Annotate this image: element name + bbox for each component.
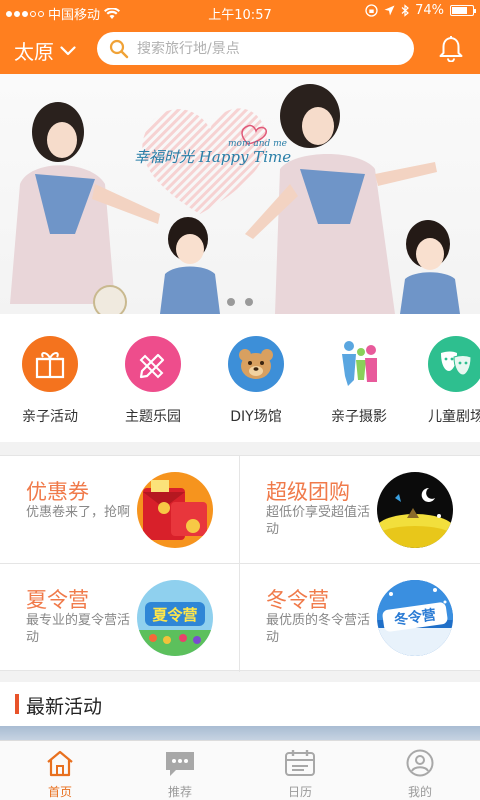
category-theme-park[interactable]: 主题乐园 — [103, 336, 203, 426]
chat-bubble-icon — [166, 752, 194, 776]
city-selector[interactable]: 太原 — [14, 36, 76, 65]
category-label: DIY场馆 — [230, 409, 282, 425]
winter-camp-image: 冬令营 — [377, 580, 453, 656]
rotation-lock-icon — [365, 4, 378, 17]
family-icon — [331, 336, 387, 392]
category-label: 亲子摄影 — [331, 409, 387, 425]
pager-dot[interactable] — [245, 298, 253, 306]
promo-group-buy[interactable]: 超级团购 超低价享受超值活动 — [240, 456, 479, 563]
chevron-down-icon — [60, 45, 76, 55]
promo-subtitle: 最优质的冬令营活动 — [266, 613, 371, 645]
promo-grid: 优惠券 优惠卷来了，抢啊 超级团购 超低价享受超值活动 夏令营 最专业的夏令营活… — [0, 455, 480, 672]
pencil-ruler-icon — [125, 336, 181, 392]
category-row: 亲子活动 主题乐园 DIY场馆 亲子摄影 儿童剧场 — [0, 314, 480, 442]
promo-title: 超级团购 — [266, 480, 350, 504]
promo-summer-camp[interactable]: 夏令营 最专业的夏令营活动 夏令营 — [0, 564, 239, 671]
promo-title: 冬令营 — [266, 588, 329, 612]
status-right: 74% — [365, 3, 476, 18]
bottom-tab-bar: 首页 推荐 日历 我的 — [0, 740, 480, 800]
banner-image: 幸福时光 Happy Time mom and me — [10, 84, 460, 314]
banner-slide-text: 幸福时光 Happy Time — [134, 148, 291, 166]
user-icon — [406, 749, 434, 777]
tab-label: 推荐 — [167, 785, 192, 799]
promo-subtitle: 超低价享受超值活动 — [266, 505, 371, 537]
status-bar: 中国移动 上午10:57 74% — [0, 0, 480, 24]
tab-label: 我的 — [407, 785, 432, 799]
search-input[interactable] — [137, 40, 387, 57]
pager-dot[interactable] — [227, 298, 235, 306]
top-header: 太原 — [0, 24, 480, 74]
promo-title: 夏令营 — [26, 588, 89, 612]
promo-subtitle: 优惠卷来了，抢啊 — [26, 505, 131, 520]
search-bar[interactable] — [97, 32, 414, 65]
banner-slide-subtext: mom and me — [228, 139, 287, 149]
bell-icon[interactable] — [438, 34, 464, 62]
category-children-theater[interactable]: 儿童剧场 — [406, 336, 480, 426]
home-icon — [47, 750, 73, 777]
battery-percent: 74% — [415, 3, 444, 18]
promo-coupon[interactable]: 优惠券 优惠卷来了，抢啊 — [0, 456, 239, 563]
activity-card-preview[interactable] — [0, 726, 480, 740]
section-accent-bar — [15, 694, 19, 714]
category-label: 主题乐园 — [125, 409, 181, 425]
promo-winter-camp[interactable]: 冬令营 最优质的冬令营活动 冬令营 — [240, 564, 479, 671]
category-label: 儿童剧场 — [428, 409, 480, 425]
search-icon — [109, 39, 129, 58]
category-label: 亲子活动 — [22, 409, 78, 425]
theater-masks-icon — [428, 336, 480, 392]
latest-activities-section: 最新活动 — [0, 682, 480, 728]
location-arrow-icon — [384, 5, 395, 16]
tab-calendar[interactable]: 日历 — [240, 749, 360, 800]
bluetooth-icon — [401, 4, 410, 17]
tab-label: 首页 — [47, 785, 72, 799]
calendar-icon — [285, 750, 315, 776]
app-screen: 中国移动 上午10:57 74% 太原 搜索旅行地/景点 幸福时光 Happy … — [0, 0, 480, 800]
tab-home[interactable]: 首页 — [0, 749, 120, 800]
red-envelope-image — [137, 472, 213, 548]
summer-camp-badge: 夏令营 — [151, 606, 197, 624]
tab-recommend[interactable]: 推荐 — [120, 749, 240, 800]
section-title: 最新活动 — [26, 696, 103, 718]
moonlight-scene-image — [377, 472, 453, 548]
category-parent-child-activity[interactable]: 亲子活动 — [0, 336, 100, 426]
tab-label: 日历 — [287, 785, 312, 799]
banner-carousel[interactable]: 幸福时光 Happy Time mom and me — [0, 74, 480, 314]
promo-subtitle: 最专业的夏令营活动 — [26, 613, 131, 645]
city-label: 太原 — [14, 40, 54, 64]
summer-camp-image: 夏令营 — [137, 580, 213, 656]
category-family-photo[interactable]: 亲子摄影 — [309, 336, 409, 426]
carousel-pager — [0, 298, 480, 306]
promo-title: 优惠券 — [26, 480, 89, 504]
tab-mine[interactable]: 我的 — [360, 749, 480, 800]
gift-box-icon — [22, 336, 78, 392]
battery-icon — [450, 5, 476, 16]
category-diy-venue[interactable]: DIY场馆 — [206, 336, 306, 426]
bear-face-icon — [228, 336, 284, 392]
